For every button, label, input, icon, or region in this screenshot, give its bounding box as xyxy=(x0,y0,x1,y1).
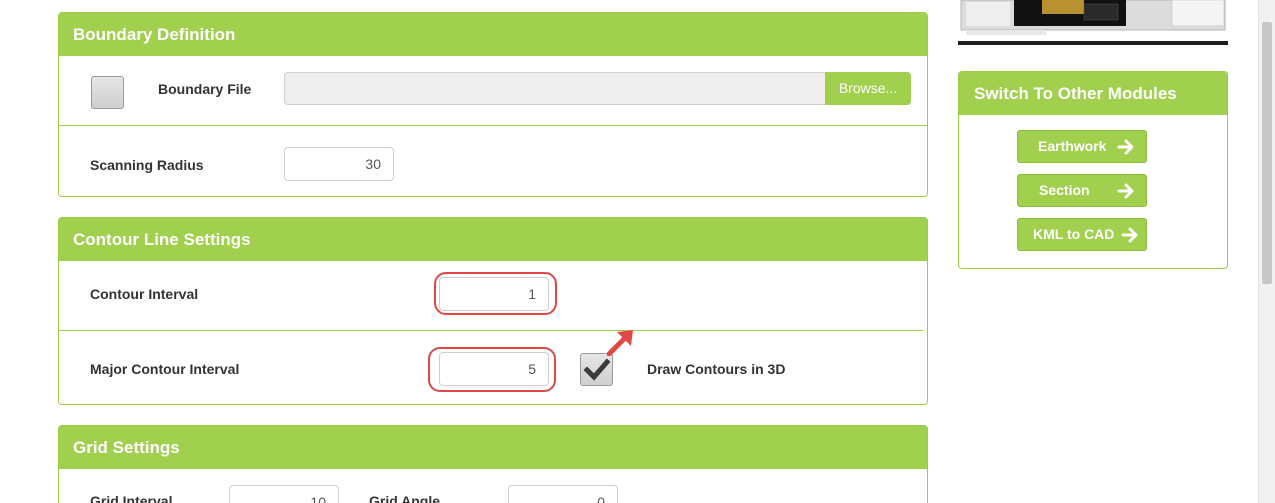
switch-modules-panel: Switch To Other Modules Earthwork Sectio… xyxy=(958,71,1228,269)
boundary-file-label: Boundary File xyxy=(158,81,252,97)
highlight-ring xyxy=(434,272,557,315)
grid-interval-input[interactable]: 10 xyxy=(229,485,339,503)
boundary-definition-title: Boundary Definition xyxy=(59,13,927,56)
page: Boundary Definition Boundary File Browse… xyxy=(0,0,1275,503)
earthwork-button[interactable]: Earthwork xyxy=(1017,130,1147,163)
section-button-label: Section xyxy=(1039,182,1090,198)
arrow-right-icon xyxy=(1121,227,1138,243)
scanning-radius-input[interactable]: 30 xyxy=(284,147,394,181)
grid-interval-label: Grid Interval xyxy=(90,493,173,503)
contour-settings-title: Contour Line Settings xyxy=(59,218,927,261)
arrow-right-icon xyxy=(1117,139,1134,155)
kml-to-cad-button[interactable]: KML to CAD xyxy=(1017,218,1147,251)
scrollbar-thumb[interactable] xyxy=(1262,22,1272,284)
checkmark-icon xyxy=(583,358,611,381)
earthwork-button-label: Earthwork xyxy=(1038,138,1107,154)
vertical-scrollbar[interactable] xyxy=(1258,0,1275,503)
section-button[interactable]: Section xyxy=(1017,174,1147,207)
contour-interval-label: Contour Interval xyxy=(90,286,199,302)
browse-button[interactable]: Browse... xyxy=(825,72,911,105)
grid-settings-title: Grid Settings xyxy=(59,426,927,469)
module-preview-image xyxy=(958,0,1228,45)
boundary-file-input[interactable] xyxy=(284,72,911,105)
boundary-file-checkbox[interactable] xyxy=(91,76,124,109)
grid-settings-panel: Grid Settings Grid Interval 10 Grid Angl… xyxy=(58,425,928,503)
contour-settings-panel: Contour Line Settings Contour Interval 1… xyxy=(58,217,928,405)
divider xyxy=(59,330,923,331)
arrow-right-icon xyxy=(1117,183,1134,199)
scanning-radius-label: Scanning Radius xyxy=(90,157,204,173)
major-contour-interval-label: Major Contour Interval xyxy=(90,361,240,377)
kml-to-cad-button-label: KML to CAD xyxy=(1033,226,1115,242)
grid-angle-input[interactable]: 0 xyxy=(508,485,618,503)
boundary-definition-panel: Boundary Definition Boundary File Browse… xyxy=(58,12,928,197)
red-arrow-icon xyxy=(607,330,633,356)
grid-angle-label: Grid Angle xyxy=(369,493,441,503)
draw-3d-label: Draw Contours in 3D xyxy=(647,361,786,377)
switch-modules-title: Switch To Other Modules xyxy=(959,72,1227,115)
divider xyxy=(59,125,927,126)
highlight-ring xyxy=(428,347,556,392)
draw-3d-checkbox[interactable] xyxy=(580,353,613,386)
